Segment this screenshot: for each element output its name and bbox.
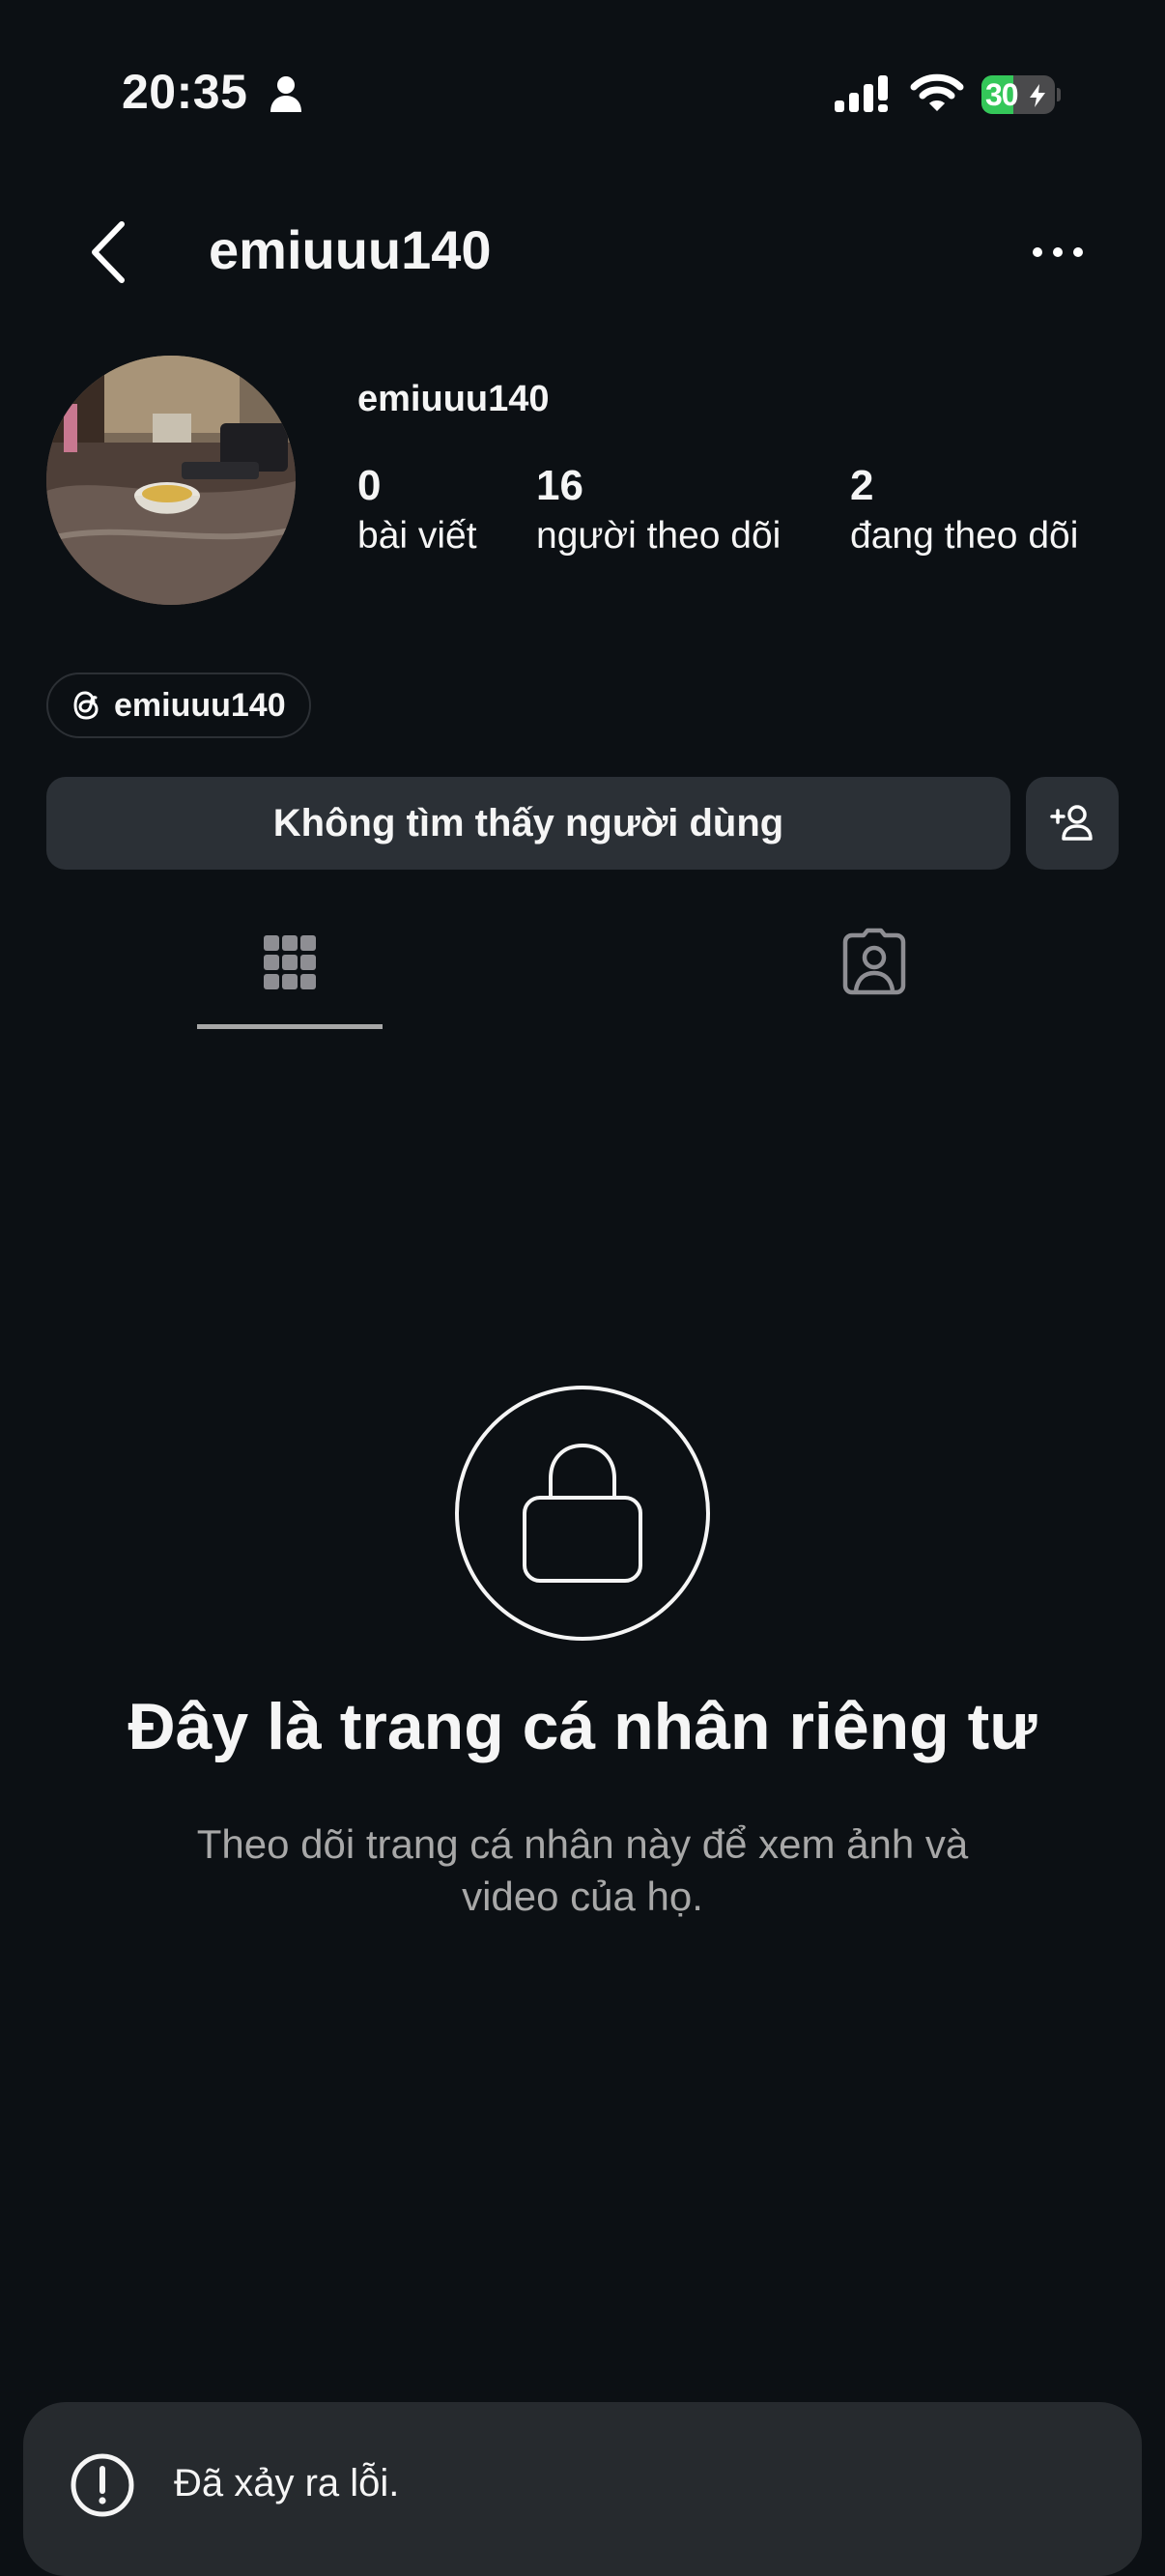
tab-tagged[interactable] [782, 928, 966, 1034]
profile-avatar[interactable] [46, 356, 296, 605]
private-account-title: Đây là trang cá nhân riêng tư [128, 1690, 1037, 1763]
add-person-icon [1050, 805, 1093, 841]
person-icon [270, 76, 301, 112]
stat-posts-label: bài viết [357, 515, 477, 557]
active-tab-indicator [197, 1024, 383, 1029]
stat-posts-count: 0 [357, 462, 382, 509]
grid-icon [264, 935, 316, 989]
profile-name: emiuuu140 [357, 379, 550, 419]
avatar-photo [46, 356, 296, 605]
wifi-icon [910, 73, 964, 111]
status-time: 20:35 [122, 65, 248, 119]
stat-followers[interactable]: 16 người theo dõi [536, 460, 781, 560]
alert-circle-icon [71, 2453, 134, 2517]
back-chevron-icon[interactable] [85, 218, 133, 286]
stat-following-count: 2 [850, 462, 874, 509]
signal-icon [835, 75, 888, 112]
private-account-description: Theo dõi trang cá nhân này để xem ảnh và… [196, 1821, 969, 1919]
error-message: Đã xảy ra lỗi. [174, 2462, 400, 2504]
tab-posts-grid[interactable] [197, 928, 383, 1034]
threads-profile-link[interactable]: emiuuu140 [46, 673, 311, 738]
more-options-icon[interactable] [1028, 238, 1088, 267]
stat-following-label: đang theo dõi [850, 515, 1079, 557]
tagged-person-icon [842, 928, 906, 995]
battery-percent: 30 [985, 77, 1019, 112]
stat-followers-label: người theo dõi [536, 515, 781, 557]
header-username: emiuuu140 [209, 219, 492, 280]
lock-icon [523, 1443, 642, 1583]
add-user-button[interactable] [1026, 777, 1119, 870]
threads-icon [73, 691, 99, 720]
stat-following[interactable]: 2 đang theo dõi [850, 460, 1078, 560]
stat-posts[interactable]: 0 bài viết [357, 460, 477, 560]
stat-followers-count: 16 [536, 462, 583, 509]
user-not-found-button[interactable]: Không tìm thấy người dùng [46, 777, 1010, 870]
threads-handle: emiuuu140 [114, 686, 286, 724]
charging-bolt-icon [1030, 84, 1045, 107]
battery-indicator: 30 [981, 75, 1061, 114]
